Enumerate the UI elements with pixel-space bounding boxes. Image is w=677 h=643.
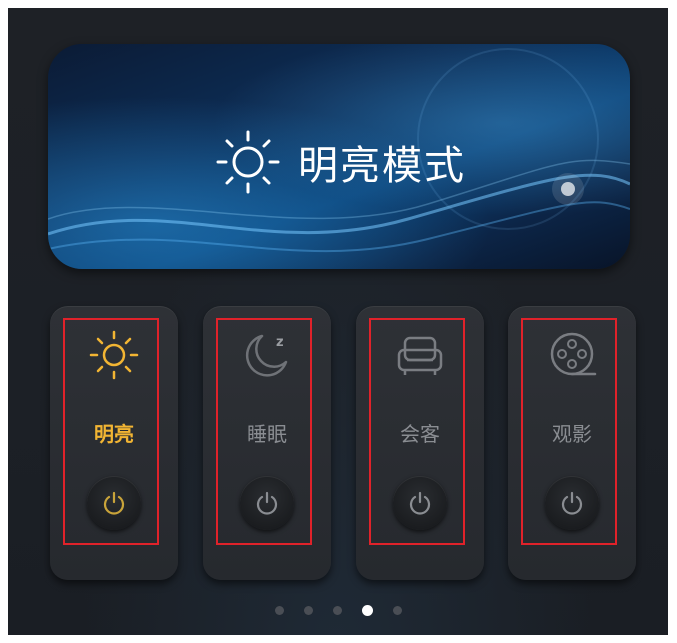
power-icon [409, 491, 431, 515]
page-indicator [8, 605, 668, 616]
sun-icon [216, 130, 280, 193]
power-icon [103, 491, 125, 515]
mode-card-sleep[interactable]: z 睡眠 [203, 306, 331, 580]
power-button[interactable] [545, 476, 599, 530]
power-icon [561, 491, 583, 515]
page-dot[interactable] [392, 606, 402, 615]
svg-text:z: z [276, 335, 284, 350]
mode-banner: 明亮模式 [48, 44, 630, 269]
sofa-icon [397, 336, 443, 375]
sun-icon [89, 330, 139, 380]
power-icon [256, 491, 278, 515]
power-button[interactable] [87, 476, 141, 530]
mode-label: 明亮 [94, 422, 134, 446]
mode-label: 会客 [400, 422, 440, 446]
banner-title: 明亮模式 [298, 142, 466, 189]
page-dot[interactable] [332, 606, 342, 615]
scene-screen: 明亮模式 明亮 z 睡眠 会客 观影 [8, 8, 668, 635]
page-dot[interactable] [274, 606, 284, 615]
mode-card-guest[interactable]: 会客 [356, 306, 484, 580]
power-button[interactable] [240, 476, 294, 530]
mode-card-bright[interactable]: 明亮 [50, 306, 178, 580]
page-dot-active[interactable] [361, 605, 373, 616]
page-dot[interactable] [303, 606, 313, 615]
mode-card-movie[interactable]: 观影 [508, 306, 636, 580]
moon-icon: z [245, 334, 288, 377]
mode-label: 观影 [552, 422, 592, 446]
power-button[interactable] [393, 476, 447, 530]
film-reel-icon [550, 332, 597, 376]
mode-label: 睡眠 [247, 422, 287, 446]
